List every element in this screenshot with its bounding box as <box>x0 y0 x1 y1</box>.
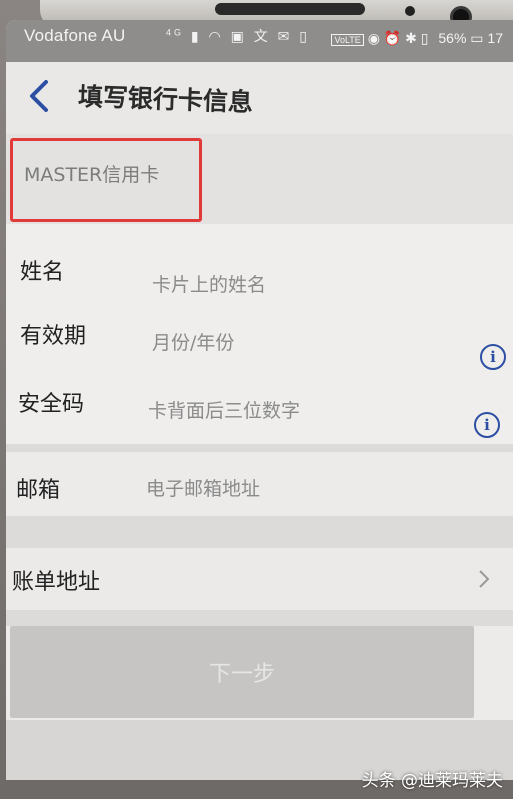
info-icon[interactable]: i <box>474 412 500 438</box>
watermark: 头条 @迪莱玛莱夫 <box>361 771 503 791</box>
cvv-input[interactable]: 卡背面后三位数字 <box>148 396 300 423</box>
expiry-input[interactable]: 月份/年份 <box>152 328 234 355</box>
status-icons: 4G ▮ ◠ ▣ 文 ✉ ▯ <box>166 26 310 46</box>
red-highlight-box <box>10 138 202 222</box>
earpiece-speaker <box>215 3 365 15</box>
email-row[interactable]: 邮箱 电子邮箱地址 <box>6 452 513 516</box>
wifi-icon: ◠ <box>208 28 224 44</box>
signal-icon: ▮ <box>190 28 202 44</box>
expiry-label: 有效期 <box>20 324 87 349</box>
name-input[interactable]: 卡片上的姓名 <box>152 270 266 297</box>
billing-address-label: 账单地址 <box>12 570 101 595</box>
network-type: 4G <box>166 27 185 38</box>
alarm-icon: ⏰ <box>383 30 402 46</box>
section-divider <box>6 516 513 548</box>
mail-icon: ✉ <box>277 28 293 44</box>
card-details-form: 姓名 卡片上的姓名 有效期 月份/年份 i 安全码 卡背面后三位数字 i <box>6 224 513 444</box>
section-divider <box>6 610 513 626</box>
proximity-sensor <box>405 6 415 16</box>
image-icon: ▣ <box>230 28 247 44</box>
phone-frame: Vodafone AU 4G ▮ ◠ ▣ 文 ✉ ▯ VoLTE ◉ ⏰ ✱ ▯… <box>0 0 513 799</box>
vibrate-icon: ▯ <box>420 30 429 46</box>
name-row[interactable]: 姓名 卡片上的姓名 <box>6 232 513 296</box>
battery-icon: ▭ <box>470 30 484 46</box>
translate-icon: 文 <box>253 28 271 44</box>
bluetooth-icon: ✱ <box>405 30 417 46</box>
name-label: 姓名 <box>20 260 65 285</box>
cvv-label: 安全码 <box>18 392 85 417</box>
page-title: 填写银行卡信息 <box>77 81 254 118</box>
chevron-right-icon <box>479 570 490 588</box>
clock: 17 <box>487 30 503 46</box>
email-input[interactable]: 电子邮箱地址 <box>146 474 260 501</box>
expiry-row[interactable]: 有效期 月份/年份 i <box>6 302 513 370</box>
volte-badge: VoLTE <box>331 34 364 46</box>
battery-percent: 56% <box>438 30 467 46</box>
billing-address-row[interactable]: 账单地址 <box>6 548 513 610</box>
header: 填写银行卡信息 <box>6 62 513 134</box>
carrier-name: Vodafone AU <box>24 26 126 45</box>
sim-icon: ▯ <box>299 28 310 44</box>
cvv-row[interactable]: 安全码 卡背面后三位数字 i <box>6 372 513 438</box>
next-step-button[interactable]: 下一步 <box>10 626 474 718</box>
info-icon[interactable]: i <box>480 344 506 370</box>
eye-icon: ◉ <box>367 30 380 46</box>
chevron-left-icon[interactable] <box>24 76 54 116</box>
email-label: 邮箱 <box>16 478 61 503</box>
screen: Vodafone AU 4G ▮ ◠ ▣ 文 ✉ ▯ VoLTE ◉ ⏰ ✱ ▯… <box>6 20 513 780</box>
status-bar: Vodafone AU 4G ▮ ◠ ▣ 文 ✉ ▯ VoLTE ◉ ⏰ ✱ ▯… <box>6 20 513 62</box>
status-right: VoLTE ◉ ⏰ ✱ ▯ 56% ▭ 17 <box>331 30 503 47</box>
